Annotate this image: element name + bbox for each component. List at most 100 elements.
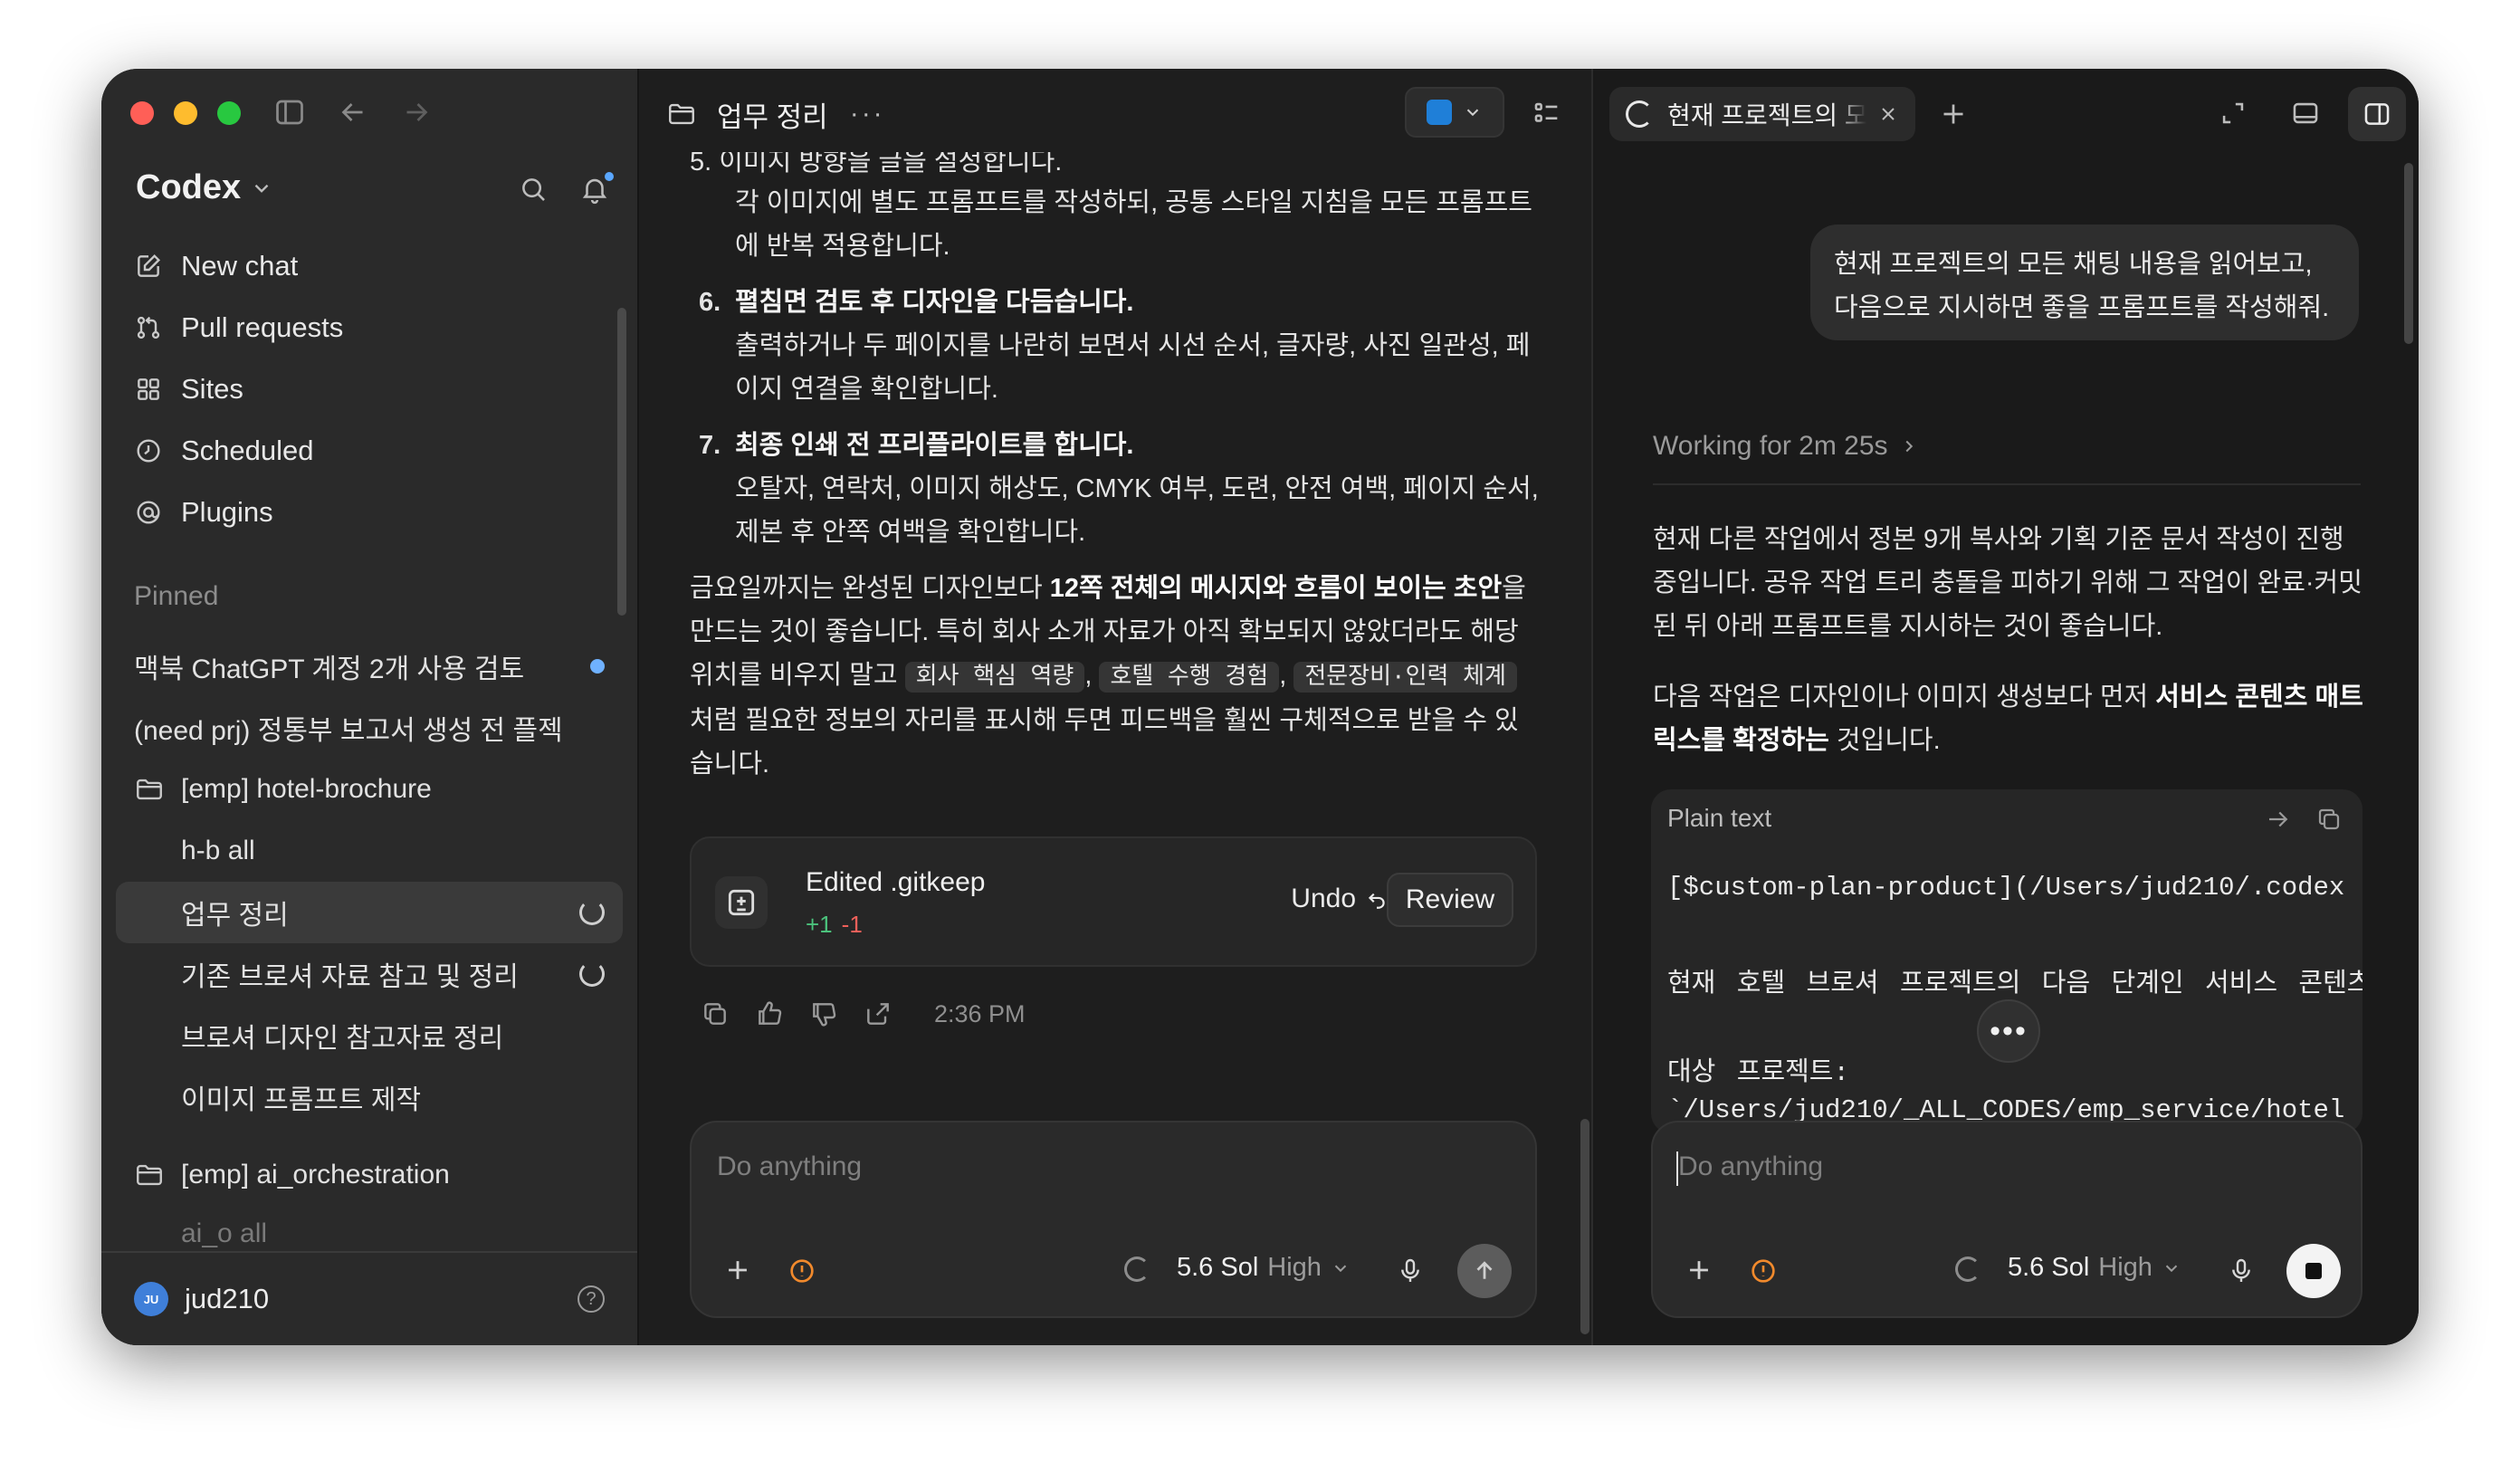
sidebar-scrollbar[interactable] bbox=[617, 308, 626, 616]
close-icon[interactable] bbox=[1877, 103, 1899, 125]
code-language-label: Plain text bbox=[1667, 804, 1772, 832]
thread-item[interactable]: 이미지 프롬프트 제작 bbox=[101, 1066, 637, 1128]
permissions-shield-icon[interactable] bbox=[1749, 1256, 1778, 1285]
expand-icon[interactable] bbox=[2218, 98, 2248, 129]
nav-pull-requests[interactable]: Pull requests bbox=[101, 297, 637, 358]
message-timestamp: 2:36 PM bbox=[934, 999, 1026, 1027]
thread-item[interactable]: 기존 브로셔 자료 참고 및 정리 bbox=[101, 943, 637, 1005]
inline-code: 전문장비·인력 체계 bbox=[1293, 662, 1517, 693]
chevron-down-icon bbox=[2165, 1265, 2178, 1272]
open-in-editor-button[interactable] bbox=[1405, 87, 1504, 138]
terminal-panel-icon[interactable] bbox=[2290, 98, 2321, 129]
thread-label: (need prj) 정통부 보고서 생성 전 플젝 bbox=[134, 716, 563, 746]
code-line: [$custom-plan-product](/Users/jud210/.co… bbox=[1667, 873, 2345, 903]
send-button[interactable] bbox=[1457, 1244, 1512, 1298]
brand-label: Codex bbox=[136, 168, 242, 206]
folder-icon bbox=[137, 1164, 162, 1186]
composer-toolbar: 5.6 Sol High bbox=[692, 1229, 1535, 1316]
tab-current[interactable]: 현재 프로젝트의 모든 bbox=[1609, 87, 1915, 141]
user-message-bubble: 현재 프로젝트의 모든 채팅 내용을 읽어보고, 다음으로 지시하면 좋을 프롬… bbox=[1810, 225, 2359, 340]
help-icon[interactable]: ? bbox=[578, 1285, 605, 1313]
sidebar-tools bbox=[518, 172, 614, 205]
model-name: 5.6 Sol bbox=[1177, 1253, 1259, 1282]
summary-paragraph: 금요일까지는 완성된 디자인보다 12쪽 전체의 메시지와 흐름이 보이는 초안… bbox=[690, 574, 1526, 779]
permissions-shield-icon[interactable] bbox=[788, 1256, 816, 1285]
copy-icon[interactable] bbox=[2315, 806, 2343, 833]
back-arrow-icon[interactable] bbox=[337, 96, 369, 129]
chat-composer[interactable]: Do anything 5.6 Sol High bbox=[690, 1121, 1537, 1318]
review-button[interactable]: Review bbox=[1387, 873, 1513, 927]
notifications-button[interactable] bbox=[579, 172, 614, 205]
thread-item[interactable]: (need prj) 정통부 보고서 생성 전 플젝 bbox=[101, 697, 637, 759]
side-chat-scrollbar[interactable] bbox=[2404, 163, 2413, 344]
thread-item[interactable]: 브로셔 디자인 참고자료 정리 bbox=[101, 1005, 637, 1066]
thread-item[interactable]: ai_o all bbox=[101, 1206, 637, 1249]
nav-sites[interactable]: Sites bbox=[101, 358, 637, 420]
working-status[interactable]: Working for 2m 25s bbox=[1653, 431, 1919, 462]
pinned-section-label: Pinned bbox=[134, 581, 219, 611]
chat-scrollbar[interactable] bbox=[1580, 1119, 1589, 1334]
sidebar-toggle-icon[interactable] bbox=[273, 96, 306, 129]
thread-item-active[interactable]: 업무 정리 bbox=[116, 882, 623, 943]
nav-new-chat[interactable]: New chat bbox=[101, 235, 637, 297]
zoom-window-button[interactable] bbox=[217, 101, 241, 125]
thumbs-down-icon[interactable] bbox=[809, 999, 838, 1028]
thread-item[interactable]: 맥북 ChatGPT 계정 2개 사용 검토 bbox=[101, 635, 637, 697]
project-folder[interactable]: [emp] hotel-brochure bbox=[101, 759, 637, 820]
plus-icon[interactable] bbox=[722, 1255, 753, 1285]
forward-arrow-icon[interactable] bbox=[400, 96, 433, 129]
assistant-message: 5. 이미지 방향을 글을 설정합니다. 각 이미지에 별도 프롬프트를 작성하… bbox=[690, 152, 1541, 786]
nav-label: Plugins bbox=[181, 496, 273, 528]
microphone-icon[interactable] bbox=[1396, 1256, 1425, 1285]
brand-menu[interactable]: Codex bbox=[136, 168, 273, 207]
composer-input[interactable]: Do anything bbox=[717, 1151, 862, 1182]
thread-item[interactable]: h-b all bbox=[101, 820, 637, 882]
close-window-button[interactable] bbox=[130, 101, 154, 125]
microphone-icon[interactable] bbox=[2227, 1256, 2256, 1285]
user-footer: JU jud210 ? bbox=[101, 1251, 637, 1345]
username[interactable]: jud210 bbox=[185, 1283, 269, 1315]
step-heading: 최종 인쇄 전 프리플라이트를 합니다. bbox=[735, 431, 1134, 460]
copy-icon[interactable] bbox=[701, 999, 730, 1028]
search-icon[interactable] bbox=[518, 174, 549, 205]
side-chat-composer[interactable]: Do anything 5.6 Sol High bbox=[1651, 1121, 2362, 1318]
folder-icon bbox=[669, 103, 694, 125]
share-icon[interactable] bbox=[864, 999, 892, 1028]
main-chat-pane: 업무 정리 ··· 5. 이미지 방향을 글을 설정합니다. 각 이미지에 별도… bbox=[639, 69, 1589, 1345]
model-selector[interactable]: 5.6 Sol High bbox=[1177, 1253, 1351, 1283]
more-options-button[interactable]: ••• bbox=[1977, 999, 2040, 1063]
message-actions: 2:36 PM bbox=[701, 999, 1026, 1028]
stop-generation-button[interactable] bbox=[2286, 1244, 2341, 1298]
vscode-icon bbox=[1427, 100, 1452, 125]
avatar[interactable]: JU bbox=[134, 1282, 168, 1316]
loading-spinner-icon bbox=[579, 900, 605, 925]
new-tab-plus-icon[interactable] bbox=[1937, 98, 1970, 130]
insert-arrow-icon[interactable] bbox=[2265, 806, 2292, 833]
sidebar: Codex New chat Pull requests Sites Sched… bbox=[101, 69, 639, 1345]
thumbs-up-icon[interactable] bbox=[755, 999, 784, 1028]
composer-input[interactable]: Do anything bbox=[1678, 1151, 1823, 1182]
more-options-button[interactable]: ··· bbox=[850, 99, 885, 129]
thread-label: 업무 정리 bbox=[181, 901, 289, 931]
nav-scheduled[interactable]: Scheduled bbox=[101, 420, 637, 482]
arrow-up-icon bbox=[1476, 1261, 1493, 1279]
thread-label: h-b all bbox=[181, 836, 255, 865]
composer-toolbar: 5.6 Sol High bbox=[1653, 1229, 2361, 1316]
project-folder[interactable]: [emp] ai_orchestration bbox=[101, 1144, 637, 1206]
thread-label: 기존 브로셔 자료 참고 및 정리 bbox=[181, 962, 519, 992]
minimize-window-button[interactable] bbox=[174, 101, 197, 125]
working-label: Working for 2m 25s bbox=[1653, 431, 1888, 461]
toggle-right-panel-button[interactable] bbox=[2348, 87, 2406, 141]
plus-icon[interactable] bbox=[1684, 1255, 1714, 1285]
code-block: Plain text [$custom-plan-product](/Users… bbox=[1651, 789, 2362, 1133]
list-item: 각 이미지에 별도 프롬프트를 작성하되, 공통 스타일 지침을 모든 프롬프트… bbox=[690, 181, 1541, 268]
nav-plugins[interactable]: Plugins bbox=[101, 482, 637, 543]
loading-spinner-icon bbox=[1124, 1256, 1150, 1282]
nav-label: New chat bbox=[181, 250, 299, 282]
model-selector[interactable]: 5.6 Sol High bbox=[2008, 1253, 2181, 1283]
task-list-icon[interactable] bbox=[1532, 98, 1562, 129]
chevron-right-icon bbox=[1905, 440, 1913, 453]
code-line: 대상 프로젝트: bbox=[1667, 1058, 1849, 1088]
reasoning-effort: High bbox=[2098, 1253, 2152, 1282]
undo-button[interactable]: Undo bbox=[1291, 884, 1389, 914]
